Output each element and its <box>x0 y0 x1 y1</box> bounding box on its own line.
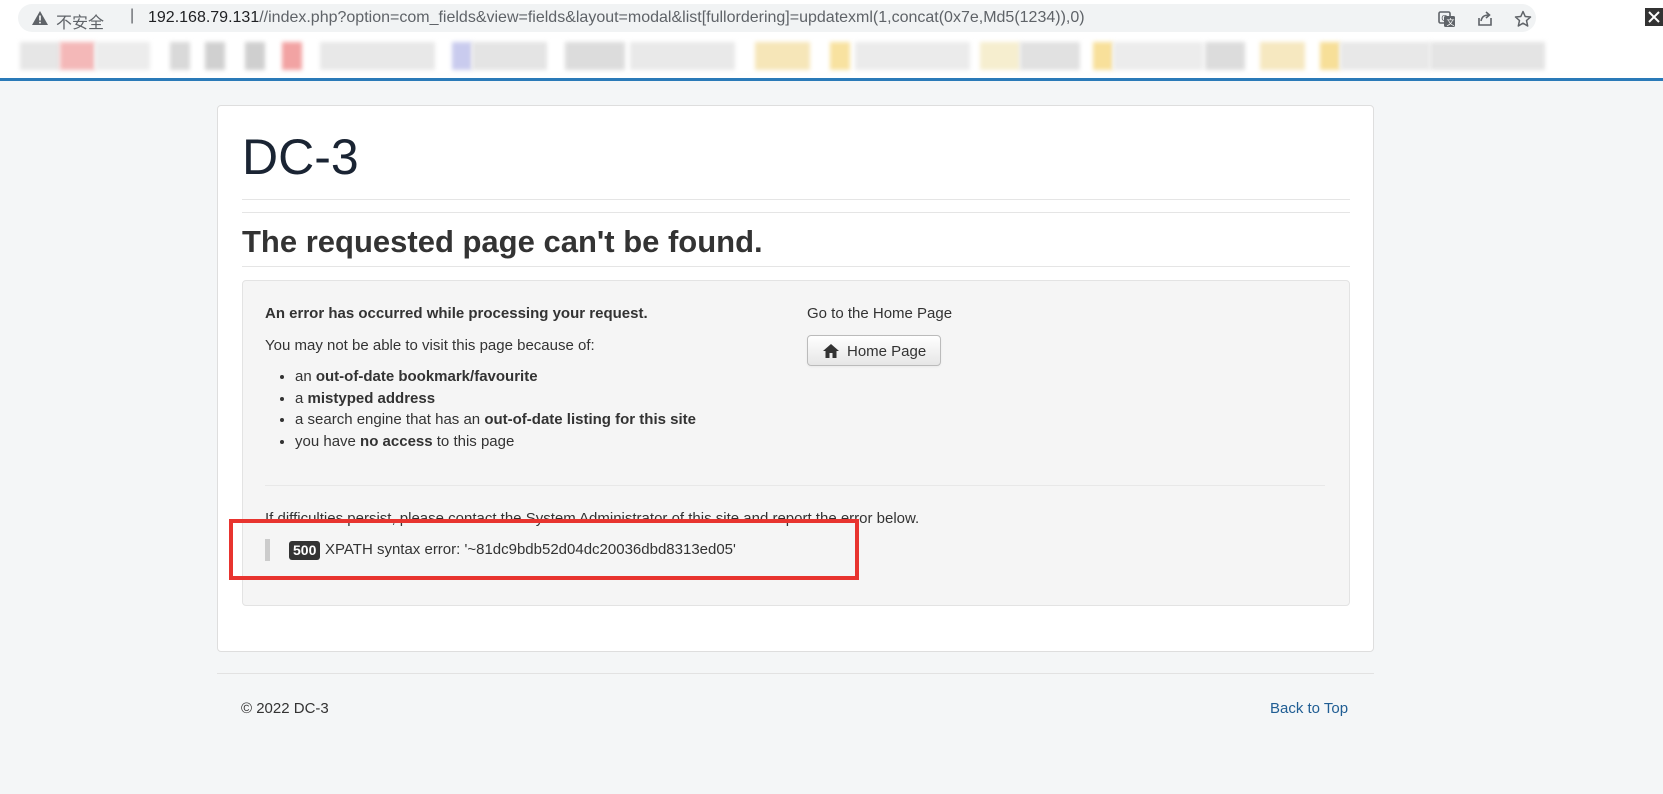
divider <box>242 266 1350 267</box>
error-lead-text: You may not be able to visit this page b… <box>265 337 595 354</box>
bookmark-item[interactable] <box>245 42 265 70</box>
bookmark-item[interactable] <box>1205 42 1245 70</box>
url-path: //index.php?option=com_fields&view=field… <box>259 9 1085 26</box>
list-item: an out-of-date bookmark/favourite <box>295 366 696 388</box>
security-status[interactable]: 不安全 <box>56 9 104 33</box>
bookmark-item[interactable] <box>1340 42 1430 70</box>
bookmark-item[interactable] <box>855 42 970 70</box>
warning-icon[interactable] <box>32 11 48 25</box>
divider <box>242 212 1350 213</box>
browser-toolbar: 不安全 | 192.168.79.131//index.php?option=c… <box>0 0 1663 36</box>
divider <box>242 199 1350 200</box>
divider <box>265 485 1325 486</box>
bookmark-item[interactable] <box>1260 42 1305 70</box>
bookmark-item[interactable] <box>565 42 625 70</box>
home-page-button[interactable]: Home Page <box>807 335 941 366</box>
site-title[interactable]: DC-3 <box>242 128 359 186</box>
bookmark-item[interactable] <box>1093 42 1113 70</box>
home-button-label: Home Page <box>847 343 927 360</box>
star-icon[interactable] <box>1514 10 1532 28</box>
bookmark-item[interactable] <box>282 42 302 70</box>
reason-list: an out-of-date bookmark/favourite a mist… <box>265 366 696 452</box>
bookmark-item[interactable] <box>755 42 810 70</box>
bookmark-item[interactable] <box>170 42 190 70</box>
bookmark-item[interactable] <box>472 42 547 70</box>
bookmark-item[interactable] <box>830 42 850 70</box>
copyright: © 2022 DC-3 <box>241 700 329 717</box>
address-bar[interactable]: 不安全 | 192.168.79.131//index.php?option=c… <box>18 4 1536 32</box>
svg-text:文: 文 <box>1447 17 1455 27</box>
bookmark-item[interactable] <box>60 42 95 70</box>
list-item: a mistyped address <box>295 388 696 410</box>
extension-icon[interactable] <box>1645 8 1663 26</box>
back-to-top-link[interactable]: Back to Top <box>1270 700 1348 717</box>
footer-divider <box>217 673 1374 674</box>
bookmark-item[interactable] <box>1430 42 1545 70</box>
error-occurred-text: An error has occurred while processing y… <box>265 305 648 322</box>
share-icon[interactable] <box>1476 10 1494 28</box>
bookmark-item[interactable] <box>1020 42 1080 70</box>
bookmark-item[interactable] <box>980 42 1020 70</box>
url-separator: | <box>130 7 135 24</box>
bookmark-item[interactable] <box>1113 42 1203 70</box>
highlight-annotation <box>229 519 859 580</box>
bookmark-item[interactable] <box>95 42 150 70</box>
bookmark-item[interactable] <box>452 42 472 70</box>
home-page-label: Go to the Home Page <box>807 305 953 322</box>
bookmark-item[interactable] <box>205 42 225 70</box>
list-item: you have no access to this page <box>295 431 696 453</box>
bookmark-item[interactable] <box>20 42 60 70</box>
error-heading: The requested page can't be found. <box>242 224 763 259</box>
list-item: a search engine that has an out-of-date … <box>295 409 696 431</box>
home-icon <box>823 344 839 358</box>
bookmarks-bar <box>0 36 1663 81</box>
translate-icon[interactable]: G 文 <box>1438 10 1456 28</box>
url-text[interactable]: 192.168.79.131//index.php?option=com_fie… <box>148 9 1085 27</box>
bookmark-item[interactable] <box>630 42 735 70</box>
bookmark-item[interactable] <box>320 42 435 70</box>
url-host: 192.168.79.131 <box>148 9 260 26</box>
bookmark-item[interactable] <box>1320 42 1340 70</box>
